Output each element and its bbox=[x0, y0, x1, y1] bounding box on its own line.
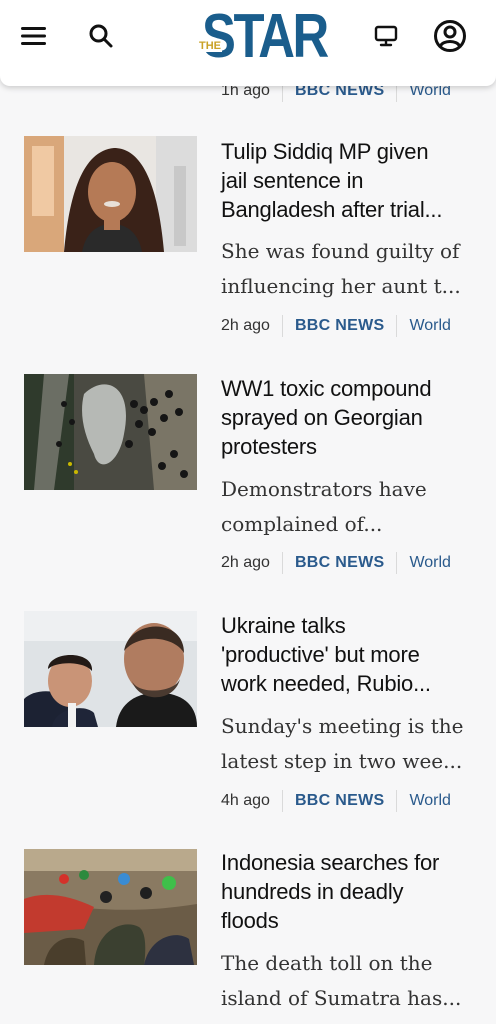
summary-line: The death toll on the bbox=[221, 951, 433, 975]
article-category[interactable]: World bbox=[409, 792, 451, 810]
article-time: 4h ago bbox=[221, 792, 270, 809]
title-line: hundreds in deadly bbox=[221, 879, 404, 904]
article-title[interactable]: Ukraine talks 'productive' but more work… bbox=[221, 611, 483, 698]
article-summary: The death toll on the island of Sumatra … bbox=[221, 946, 483, 1016]
title-line: Tulip Siddiq MP given bbox=[221, 139, 429, 164]
meta-divider bbox=[396, 552, 398, 574]
edition-button[interactable] bbox=[368, 18, 404, 54]
article-thumbnail[interactable] bbox=[24, 374, 197, 490]
summary-line: Sunday's meeting is the bbox=[221, 714, 464, 738]
article-summary: Demonstrators have complained of... bbox=[221, 472, 483, 542]
meta-divider bbox=[396, 315, 398, 337]
hamburger-menu-icon bbox=[21, 27, 46, 45]
meta-divider bbox=[281, 552, 283, 574]
summary-line: complained of... bbox=[221, 512, 383, 536]
article-category[interactable]: World bbox=[409, 317, 451, 335]
summary-line: island of Sumatra has... bbox=[221, 986, 462, 1010]
article-thumbnail[interactable] bbox=[24, 849, 197, 965]
search-icon bbox=[89, 24, 113, 48]
portrait-photo-image bbox=[24, 136, 197, 252]
menu-button[interactable] bbox=[16, 18, 52, 54]
user-account-icon bbox=[434, 20, 466, 52]
article-meta: 2h ago BBC NEWS World bbox=[221, 314, 451, 338]
title-line: sprayed on Georgian bbox=[221, 405, 423, 430]
the-star-logo[interactable]: STAR THE bbox=[198, 4, 329, 70]
news-feed-page: STAR THE 1h ago BBC NEWS World Tulip Sid… bbox=[0, 0, 496, 1024]
search-button[interactable] bbox=[83, 18, 119, 54]
article-source[interactable]: BBC NEWS bbox=[295, 792, 385, 810]
title-line: protesters bbox=[221, 434, 317, 459]
title-line: Bangladesh after trial... bbox=[221, 197, 443, 222]
article-time: 2h ago bbox=[221, 554, 270, 571]
article-source[interactable]: BBC NEWS bbox=[295, 317, 385, 335]
summary-line: latest step in two wee... bbox=[221, 749, 463, 773]
article-title[interactable]: Indonesia searches for hundreds in deadl… bbox=[221, 848, 483, 935]
logo-star-text: STAR bbox=[202, 2, 329, 71]
flood-rescue-photo-image bbox=[24, 849, 197, 965]
app-header: STAR THE bbox=[0, 0, 496, 86]
article-meta: 4h ago BBC NEWS World bbox=[221, 789, 451, 813]
article-summary: She was found guilty of influencing her … bbox=[221, 234, 483, 304]
meta-divider bbox=[396, 790, 398, 812]
article-title[interactable]: WW1 toxic compound sprayed on Georgian p… bbox=[221, 374, 483, 461]
article-time: 2h ago bbox=[221, 317, 270, 334]
article-thumbnail[interactable] bbox=[24, 136, 197, 252]
article-source[interactable]: BBC NEWS bbox=[295, 554, 385, 572]
article-meta: 2h ago BBC NEWS World bbox=[221, 551, 451, 575]
monitor-icon bbox=[374, 25, 398, 47]
title-line: work needed, Rubio... bbox=[221, 671, 431, 696]
diplomats-photo-image bbox=[24, 611, 197, 727]
title-line: WW1 toxic compound bbox=[221, 376, 432, 401]
logo-the-text: THE bbox=[198, 40, 222, 52]
title-line: 'productive' but more bbox=[221, 642, 420, 667]
article-summary: Sunday's meeting is the latest step in t… bbox=[221, 709, 483, 779]
article-title[interactable]: Tulip Siddiq MP given jail sentence in B… bbox=[221, 137, 483, 224]
summary-line: influencing her aunt t... bbox=[221, 274, 461, 298]
title-line: floods bbox=[221, 908, 279, 933]
article-category[interactable]: World bbox=[409, 554, 451, 572]
profile-button[interactable] bbox=[432, 18, 468, 54]
meta-divider bbox=[281, 790, 283, 812]
meta-divider bbox=[281, 315, 283, 337]
title-line: Indonesia searches for bbox=[221, 850, 440, 875]
summary-line: She was found guilty of bbox=[221, 239, 460, 263]
protest-photo-image bbox=[24, 374, 197, 490]
title-line: jail sentence in bbox=[221, 168, 364, 193]
summary-line: Demonstrators have bbox=[221, 477, 427, 501]
title-line: Ukraine talks bbox=[221, 613, 346, 638]
article-thumbnail[interactable] bbox=[24, 611, 197, 727]
